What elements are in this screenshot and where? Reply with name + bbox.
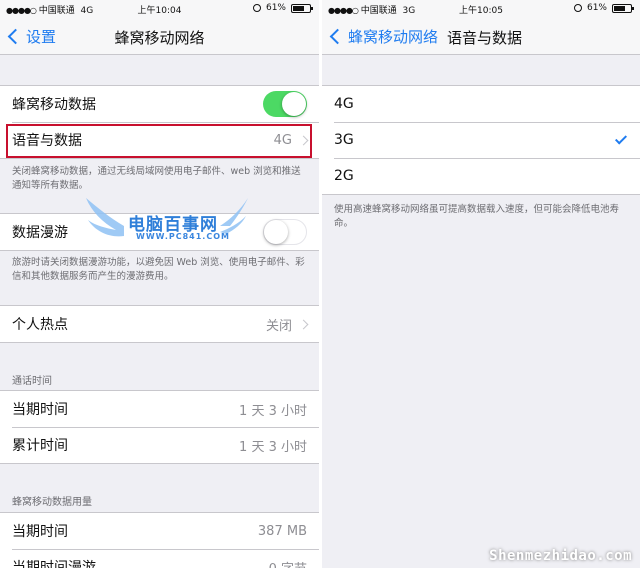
chevron-right-icon xyxy=(298,319,309,329)
battery-percent: 61% xyxy=(586,3,607,13)
voice-data-value: 4G xyxy=(273,132,292,148)
alarm-icon xyxy=(252,4,261,12)
navigation-bar: 蜂窝移动网络 语音与数据 xyxy=(322,17,640,55)
call-time-section: 当期时间 1 天 3 小时 累计时间 1 天 3 小时 xyxy=(0,390,319,464)
cellular-data-toggle[interactable] xyxy=(263,91,307,117)
alarm-icon xyxy=(573,4,582,12)
network-options: 4G 3G 2G xyxy=(322,85,640,195)
voice-data-row[interactable]: 语音与数据 4G xyxy=(0,122,319,158)
option-2g[interactable]: 2G xyxy=(322,158,640,194)
roaming-toggle[interactable] xyxy=(263,219,307,245)
page-title: 语音与数据 xyxy=(447,29,523,47)
battery-icon xyxy=(612,3,634,13)
cellular-section: 蜂窝移动数据 语音与数据 4G xyxy=(0,85,319,159)
hotspot-section: 个人热点 关闭 xyxy=(0,305,319,343)
cellular-data-note: 关闭蜂窝移动数据，通过无线局域网使用电子邮件、web 浏览和推送通知等所有数据。 xyxy=(12,166,301,191)
battery-percent: 61% xyxy=(265,3,286,13)
list-item: 当期时间 1 天 3 小时 xyxy=(12,402,307,419)
network-note: 使用高速蜂窝移动网络虽可提高数据载入速度，但可能会降低电池寿命。 xyxy=(334,204,620,229)
list-item: 当期时间漫游 0 字节 xyxy=(0,549,319,568)
back-button[interactable]: 蜂窝移动网络 xyxy=(328,26,438,47)
cellular-data-row: 蜂窝移动数据 xyxy=(0,86,319,122)
voice-data-screen: ●●●●○ 中国联通 3G 上午10:05 61% 蜂窝移动网络 语音与数据 4… xyxy=(322,0,640,568)
voice-data-label: 语音与数据 xyxy=(12,133,82,149)
chevron-right-icon xyxy=(298,135,309,145)
call-time-header: 通话时间 xyxy=(12,376,52,387)
navigation-bar: 设置 蜂窝移动网络 xyxy=(0,17,319,55)
watermark-url: WWW.PC841.COM xyxy=(136,232,230,241)
status-bar: ●●●●○ 中国联通 3G 上午10:05 61% xyxy=(322,0,640,17)
cellular-settings-screen: ●●●●○ 中国联通 4G 上午10:04 61% 设置 蜂窝移动网络 蜂窝移动… xyxy=(0,0,319,568)
hotspot-value: 关闭 xyxy=(265,318,292,334)
usage-header: 蜂窝移动数据用量 xyxy=(12,497,92,508)
battery-icon xyxy=(291,3,313,13)
credit-watermark: Shenmezhidao.com xyxy=(489,548,632,564)
roaming-note: 旅游时请关闭数据漫游功能，以避免因 Web 浏览、使用电子邮件、彩信和其他数据服… xyxy=(12,257,305,282)
option-4g[interactable]: 4G xyxy=(322,86,640,122)
watermark-logo: 电脑百事网 WWW.PC841.COM xyxy=(80,196,250,252)
list-item: 累计时间 1 天 3 小时 xyxy=(0,427,319,463)
hotspot-row[interactable]: 个人热点 关闭 xyxy=(0,306,319,342)
usage-section: 当期时间 387 MB 当期时间漫游 0 字节 xyxy=(0,512,319,568)
page-title: 蜂窝移动网络 xyxy=(114,29,205,47)
status-bar: ●●●●○ 中国联通 4G 上午10:04 61% xyxy=(0,0,319,17)
cellular-data-label: 蜂窝移动数据 xyxy=(12,97,96,113)
option-3g[interactable]: 3G xyxy=(322,122,640,158)
screenshot: ●●●●○ 中国联通 4G 上午10:04 61% 设置 蜂窝移动网络 蜂窝移动… xyxy=(0,0,640,568)
chevron-left-icon xyxy=(329,28,346,45)
hotspot-label: 个人热点 xyxy=(12,317,68,333)
list-item: 当期时间 387 MB xyxy=(12,523,307,541)
